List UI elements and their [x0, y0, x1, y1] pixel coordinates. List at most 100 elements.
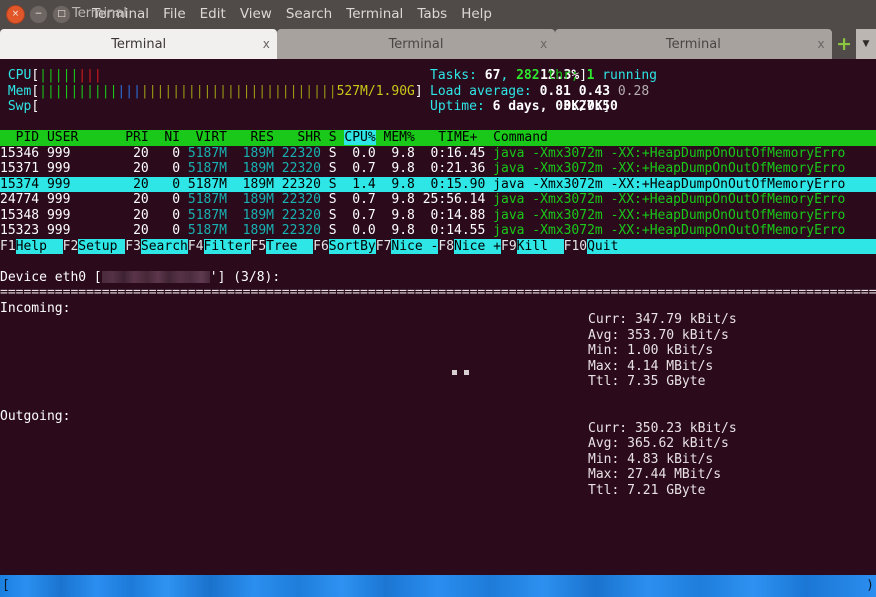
terminal-window: × − □ Terminal File Edit View Search Ter… — [0, 0, 876, 597]
mem-bracket-open: [ — [31, 83, 40, 99]
header-columns-post: MEM% TIME+ Command — [383, 130, 548, 145]
outgoing-avg-value: 365.62 kBit/s — [627, 436, 729, 451]
tab-terminal-2[interactable]: Terminal x — [277, 29, 555, 59]
fkey-f5-label[interactable]: Tree — [266, 239, 313, 254]
table-row[interactable]: 15371 999 20 0 5187M 189M 22320 S 0.7 9.… — [0, 161, 876, 177]
outgoing-avg-label: Avg: — [588, 436, 620, 451]
cpu-bar-green: ||||| — [39, 68, 79, 83]
tabbar: Terminal x Terminal x Terminal x + ▼ — [0, 28, 876, 59]
incoming-avg-label: Avg: — [588, 327, 620, 343]
tasks-count: 67 — [484, 68, 501, 83]
outgoing-min-value: 4.83 kBit/s — [627, 451, 714, 467]
fkey-f4-label[interactable]: Filter — [204, 239, 251, 254]
tab-label: Terminal — [111, 36, 167, 52]
tasks-label: Tasks: — [430, 68, 477, 83]
table-row[interactable]: 15374 999 20 0 5187M 189M 22320 S 1.4 9.… — [0, 176, 876, 192]
tab-label: Terminal — [388, 36, 444, 52]
device-suffix: '] (3/8): — [209, 269, 281, 285]
header-columns-pre: PID USER PRI NI VIRT RES SHR S — [0, 130, 345, 145]
cpu-bracket-open: [ — [31, 68, 40, 83]
fkey-f10-label[interactable]: Quit — [587, 239, 634, 254]
nload-incoming-label: Incoming: — [0, 300, 71, 316]
tab-terminal-3[interactable]: Terminal x — [554, 29, 833, 59]
maximize-icon: □ — [57, 8, 66, 19]
header-sort-column[interactable]: CPU% — [344, 130, 376, 145]
fkey-f10-key: F10 — [563, 238, 588, 254]
fkey-f3-key: F3 — [125, 238, 141, 254]
minimize-icon: − — [34, 8, 43, 19]
nload-device-row: Device eth0 [ '] (3/8): — [0, 270, 876, 286]
redacted-ip-address — [101, 270, 210, 283]
mem-bracket-close: ] — [414, 83, 423, 99]
incoming-min-label: Min: — [588, 343, 620, 358]
terminal-content[interactable]: CPU[|||||||| 12.3%] Mem[||||||||||||||||… — [0, 59, 876, 597]
window-title: Terminal — [72, 5, 127, 21]
window-titlebar: × − □ Terminal File Edit View Search Ter… — [0, 0, 876, 28]
uptime-label: Uptime: — [430, 99, 485, 114]
menu-item-terminal[interactable]: Terminal — [339, 6, 410, 22]
swp-bracket-open: [ — [31, 99, 40, 114]
load-15min: 0.28 — [617, 83, 650, 99]
nload-incoming-graph: Curr: 347.79 kBit/s Avg: 353.70 kBit/s M… — [0, 312, 876, 409]
uptime-value: 6 days, 03:27:50 — [492, 99, 618, 114]
graph-dot — [452, 370, 457, 375]
window-minimize-button[interactable]: − — [29, 4, 48, 24]
htop-tasks-row: Tasks: 67, 282 thr; 1 running — [430, 68, 657, 84]
device-prefix: Device eth0 [ — [0, 269, 102, 285]
nload-incoming-stats: Curr: 347.79 kBit/s Avg: 353.70 kBit/s M… — [588, 312, 737, 390]
swp-label: Swp — [7, 99, 32, 114]
mem-bar-green: |||||||||| — [39, 83, 118, 99]
table-row[interactable]: 15348 999 20 0 5187M 189M 22320 S 0.7 9.… — [0, 208, 876, 224]
fkey-f1-key: F1 — [0, 238, 16, 254]
incoming-curr-value: 347.79 kBit/s — [634, 312, 737, 327]
fkey-f6-key: F6 — [313, 238, 329, 254]
cpu-bar-red: ||| — [78, 68, 102, 83]
table-row[interactable]: 15323 999 20 0 5187M 189M 22320 S 0.0 9.… — [0, 223, 876, 239]
fkey-f6-label[interactable]: SortBy — [329, 239, 376, 254]
mem-label: Mem — [7, 83, 32, 99]
tab-list-dropdown-icon[interactable]: ▼ — [856, 29, 876, 59]
menu-item-file[interactable]: File — [156, 6, 193, 22]
tab-terminal-1[interactable]: Terminal x — [0, 29, 278, 59]
htop-load-row: Load average: 0.81 0.43 0.28 — [430, 84, 657, 100]
fkey-f7-key: F7 — [375, 238, 392, 254]
incoming-curr-label: Curr: — [588, 312, 628, 327]
nload-outgoing-stats: Curr: 350.23 kBit/s Avg: 365.62 kBit/s M… — [588, 421, 737, 499]
nload-outgoing-label: Outgoing: — [0, 409, 71, 424]
fkey-f8-label[interactable]: Nice + — [454, 239, 501, 254]
fkey-f8-key: F8 — [438, 238, 455, 254]
fkey-f9-key: F9 — [501, 238, 517, 254]
tab-close-icon[interactable]: x — [255, 37, 277, 51]
tab-close-icon[interactable]: x — [533, 37, 555, 51]
process-table-header[interactable]: PID USER PRI NI VIRT RES SHR S CPU% MEM%… — [0, 130, 876, 146]
tab-label: Terminal — [665, 36, 721, 52]
window-controls: × − □ — [6, 4, 71, 24]
mem-bar-blue: ||| — [117, 83, 141, 99]
menu-item-edit[interactable]: Edit — [193, 6, 233, 22]
menu-item-view[interactable]: View — [233, 6, 279, 22]
load-label: Load average: — [430, 83, 532, 99]
table-row[interactable]: 24774 999 20 0 5187M 189M 22320 S 0.7 9.… — [0, 192, 876, 208]
incoming-max-label: Max: — [588, 358, 620, 374]
nload-divider: ========================================… — [0, 285, 876, 300]
fkey-f2-label[interactable]: Setup — [78, 239, 125, 254]
fkey-f7-label[interactable]: Nice - — [391, 239, 438, 254]
table-row[interactable]: 15346 999 20 0 5187M 189M 22320 S 0.0 9.… — [0, 146, 876, 162]
htop-function-key-bar: F1Help F2Setup F3SearchF4FilterF5Tree F6… — [0, 238, 876, 254]
bottom-bar-bracket-left: [ — [2, 578, 10, 594]
incoming-ttl-label: Ttl: — [588, 374, 620, 389]
outgoing-max-label: Max: — [588, 467, 620, 482]
fkey-f1-label[interactable]: Help — [16, 239, 63, 254]
outgoing-min-label: Min: — [588, 451, 620, 467]
window-maximize-button[interactable]: □ — [52, 4, 71, 24]
menu-item-help[interactable]: Help — [454, 6, 499, 22]
window-close-button[interactable]: × — [6, 4, 25, 24]
fkey-f9-label[interactable]: Kill — [517, 239, 564, 254]
menu-item-tabs[interactable]: Tabs — [410, 6, 454, 22]
new-tab-button[interactable]: + — [832, 29, 856, 59]
outgoing-ttl-value: 7.21 GByte — [627, 482, 706, 498]
tab-close-icon[interactable]: x — [810, 37, 832, 51]
fkey-f3-label[interactable]: Search — [141, 239, 188, 254]
bottom-bar-bracket-right: ) — [866, 578, 874, 594]
menu-item-search[interactable]: Search — [279, 6, 339, 22]
